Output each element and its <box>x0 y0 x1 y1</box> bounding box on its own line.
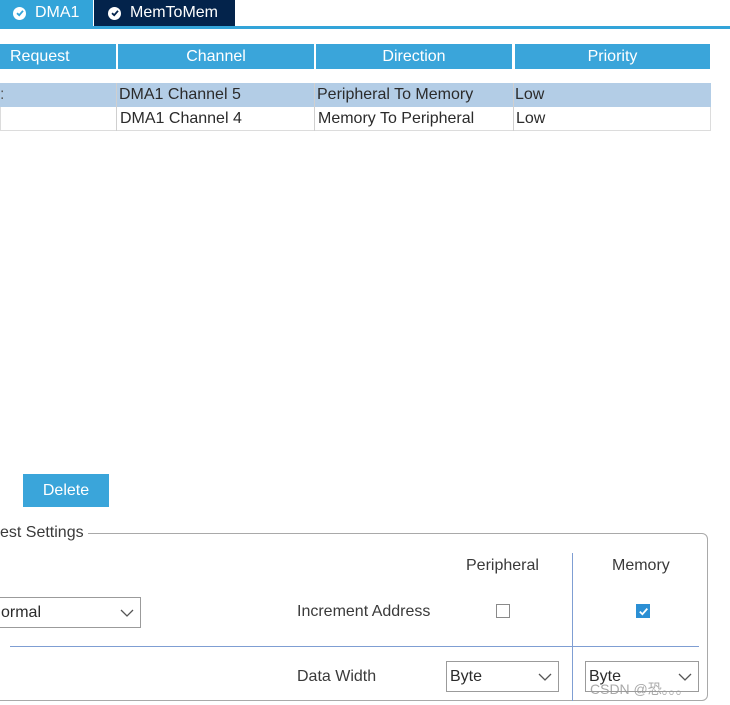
group-title: est Settings <box>0 523 88 543</box>
column-separator <box>572 553 573 701</box>
tab-label: MemToMem <box>130 4 219 21</box>
peripheral-column-label: Peripheral <box>466 557 539 574</box>
direction-cell: Peripheral To Memory <box>317 86 474 103</box>
table-row[interactable]: DMA1 Channel 4 Memory To Peripheral Low <box>0 107 711 131</box>
tab-label: DMA1 <box>35 4 80 21</box>
mode-select[interactable]: ormal <box>0 597 141 628</box>
watermark: CSDN @恐。。。 <box>590 681 690 697</box>
tab-underline <box>0 26 730 29</box>
row-separator <box>10 646 699 647</box>
column-divider <box>513 83 514 131</box>
column-header-request[interactable]: Request <box>0 44 116 69</box>
column-header-label: Direction <box>382 47 446 65</box>
column-header-label: Request <box>10 47 70 65</box>
direction-cell: Memory To Peripheral <box>318 110 475 127</box>
column-header-channel[interactable]: Channel <box>118 44 314 69</box>
data-width-label: Data Width <box>297 668 377 685</box>
peripheral-data-width-select[interactable]: Byte <box>446 661 559 692</box>
priority-cell: Low <box>516 110 546 127</box>
column-divider <box>116 83 117 131</box>
column-header-label: Channel <box>186 47 246 65</box>
check-circle-icon <box>13 6 26 20</box>
request-cell: : <box>0 86 5 103</box>
memory-column-label: Memory <box>612 557 670 574</box>
column-header-label: Priority <box>587 47 638 65</box>
tab-memtomem[interactable]: MemToMem <box>94 0 235 26</box>
delete-button[interactable]: Delete <box>23 474 109 507</box>
check-circle-icon <box>108 6 121 20</box>
channel-cell: DMA1 Channel 4 <box>120 110 242 127</box>
chevron-down-icon <box>538 673 552 681</box>
memory-increment-checkbox[interactable] <box>636 604 650 618</box>
mode-select-value: ormal <box>1 603 42 621</box>
select-value: Byte <box>450 667 483 685</box>
column-header-direction[interactable]: Direction <box>316 44 512 69</box>
column-divider <box>314 83 315 131</box>
table-row[interactable]: : DMA1 Channel 5 Peripheral To Memory Lo… <box>0 83 711 107</box>
chevron-down-icon <box>120 609 134 617</box>
priority-cell: Low <box>515 86 545 103</box>
peripheral-increment-checkbox[interactable] <box>496 604 510 618</box>
column-header-priority[interactable]: Priority <box>515 44 710 69</box>
tab-dma1[interactable]: DMA1 <box>0 0 93 26</box>
channel-cell: DMA1 Channel 5 <box>119 86 241 103</box>
check-icon <box>638 607 648 616</box>
increment-address-label: Increment Address <box>297 603 431 620</box>
